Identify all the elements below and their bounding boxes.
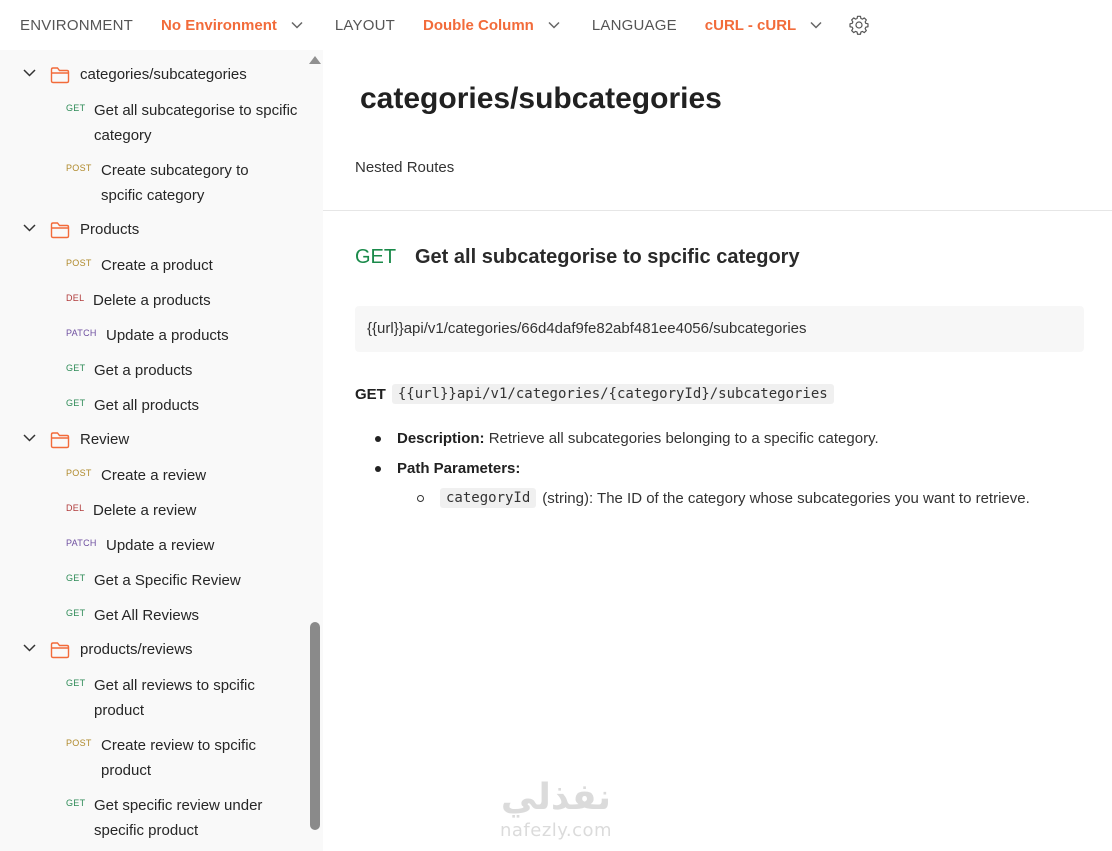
- sidebar-request-item[interactable]: GET Get All Reviews: [66, 603, 306, 628]
- method-badge: GET: [66, 363, 86, 373]
- method-badge: GET: [66, 103, 86, 113]
- method-badge: GET: [66, 798, 86, 808]
- language-value: cURL - cURL: [704, 16, 797, 34]
- request-label: Create review to spcific product: [101, 737, 257, 779]
- doc-bullet-list: Description: Retrieve all subcategories …: [375, 430, 879, 490]
- method-badge: POST: [66, 258, 92, 268]
- doc-method: GET: [355, 385, 386, 403]
- sidebar-request-item[interactable]: GET Get a Specific Review: [66, 568, 306, 593]
- folder-icon: [50, 641, 70, 659]
- description-label: Description:: [397, 430, 485, 447]
- method-badge: PATCH: [66, 328, 97, 338]
- sidebar-request-item[interactable]: POST Create review to spcific product: [66, 733, 306, 783]
- sidebar-request-item[interactable]: GET Get all products: [66, 393, 306, 418]
- sidebar-request-item[interactable]: GET Get all reviews to spcific product: [66, 673, 306, 723]
- watermark-arabic: نفذلي: [500, 777, 612, 818]
- watermark-latin: nafezly.com: [499, 820, 613, 841]
- method-badge: GET: [66, 608, 86, 618]
- chevron-down-icon: [548, 21, 560, 29]
- chevron-down-icon: [291, 21, 303, 29]
- endpoint-title: Get all subcategorise to spcific categor…: [415, 246, 800, 268]
- folder-label: categories/subcategories: [80, 66, 247, 83]
- layout-label: LAYOUT: [334, 16, 395, 34]
- param-name-code: categoryId: [440, 488, 537, 508]
- request-label: Update a review: [106, 537, 215, 554]
- chevron-down-icon[interactable]: [23, 69, 36, 77]
- sidebar-request-item[interactable]: DEL Delete a review: [66, 498, 306, 523]
- sidebar-request-item[interactable]: DEL Delete a products: [66, 288, 306, 313]
- method-badge: DEL: [66, 503, 85, 513]
- sidebar-request-item[interactable]: PATCH Update a products: [66, 323, 306, 348]
- folder-label: Review: [80, 431, 130, 448]
- layout-select[interactable]: Double Column: [423, 17, 560, 34]
- method-badge: GET: [66, 573, 86, 583]
- sidebar-request-item[interactable]: PATCH Update a review: [66, 533, 306, 558]
- request-label: Get a Specific Review: [94, 572, 241, 589]
- chevron-down-icon: [810, 21, 822, 29]
- language-select[interactable]: cURL - cURL: [705, 17, 822, 34]
- circle-bullet-icon: [417, 494, 424, 502]
- gear-icon[interactable]: [848, 14, 870, 36]
- folder-description: Nested Routes: [355, 159, 455, 176]
- doc-request-line: GET {{url}}api/v1/categories/{categoryId…: [355, 384, 834, 404]
- sidebar: categories/subcategories GET Get all sub…: [0, 50, 323, 851]
- param-bullet: categoryId (string): The ID of the categ…: [417, 488, 1030, 508]
- page-title: categories/subcategories: [360, 82, 722, 115]
- environment-select[interactable]: No Environment: [161, 17, 303, 34]
- watermark-logo: نفذلي nafezly.com: [486, 778, 626, 848]
- folder-icon: [50, 66, 70, 84]
- method-badge: POST: [66, 163, 92, 173]
- environment-value: No Environment: [161, 16, 277, 34]
- description-bullet: Description: Retrieve all subcategories …: [375, 430, 879, 460]
- folder-icon: [50, 431, 70, 449]
- folder-label: products/reviews: [80, 641, 193, 658]
- folder-label: Products: [80, 221, 140, 238]
- description-text: Retrieve all subcategories belonging to …: [488, 430, 879, 447]
- sidebar-request-item[interactable]: GET Get specific review under specific p…: [66, 793, 306, 843]
- param-description: (string): The ID of the category whose s…: [542, 489, 1030, 507]
- chevron-down-icon[interactable]: [23, 644, 36, 652]
- path-params-bullet: Path Parameters:: [375, 460, 879, 490]
- request-label: Update a products: [106, 327, 229, 344]
- request-label: Get specific review under specific produ…: [94, 797, 263, 839]
- request-label: Create a review: [101, 467, 207, 484]
- request-label: Create subcategory to spcific category: [101, 162, 249, 204]
- endpoint-method: GET: [355, 246, 397, 268]
- request-label: Get all reviews to spcific product: [94, 677, 255, 719]
- main-content: categories/subcategories Nested Routes G…: [323, 50, 1112, 851]
- request-label: Delete a products: [93, 292, 211, 309]
- environment-label: ENVIRONMENT: [20, 16, 134, 34]
- sidebar-request-item[interactable]: GET Get all subcategorise to spcific cat…: [66, 98, 306, 148]
- sidebar-request-item[interactable]: POST Create subcategory to spcific categ…: [66, 158, 306, 208]
- request-url-box[interactable]: {{url}}api/v1/categories/66d4daf9fe82abf…: [355, 306, 1084, 352]
- request-label: Get a products: [94, 362, 193, 379]
- sidebar-request-item[interactable]: POST Create a product: [66, 253, 306, 278]
- chevron-down-icon[interactable]: [23, 224, 36, 232]
- folder-icon: [50, 221, 70, 239]
- method-badge: PATCH: [66, 538, 97, 548]
- scroll-up-arrow[interactable]: [309, 56, 321, 64]
- request-label: Create a product: [101, 257, 213, 274]
- divider: [323, 210, 1112, 211]
- method-badge: POST: [66, 738, 92, 748]
- top-bar: ENVIRONMENT No Environment LAYOUT Double…: [0, 0, 1112, 50]
- request-label: Get All Reviews: [94, 607, 200, 624]
- layout-value: Double Column: [423, 16, 534, 34]
- language-label: LANGUAGE: [591, 16, 677, 34]
- sidebar-request-item[interactable]: POST Create a review: [66, 463, 306, 488]
- method-badge: DEL: [66, 293, 85, 303]
- sidebar-request-item[interactable]: GET Get a products: [66, 358, 306, 383]
- request-label: Delete a review: [93, 502, 197, 519]
- method-badge: GET: [66, 678, 86, 688]
- scrollbar-thumb[interactable]: [310, 622, 320, 830]
- request-label: Get all subcategorise to spcific categor…: [94, 102, 298, 144]
- chevron-down-icon[interactable]: [23, 434, 36, 442]
- doc-path-code: {{url}}api/v1/categories/{categoryId}/su…: [391, 384, 834, 404]
- method-badge: POST: [66, 468, 92, 478]
- method-badge: GET: [66, 398, 86, 408]
- request-label: Get all products: [94, 397, 200, 414]
- path-params-label: Path Parameters:: [397, 460, 521, 477]
